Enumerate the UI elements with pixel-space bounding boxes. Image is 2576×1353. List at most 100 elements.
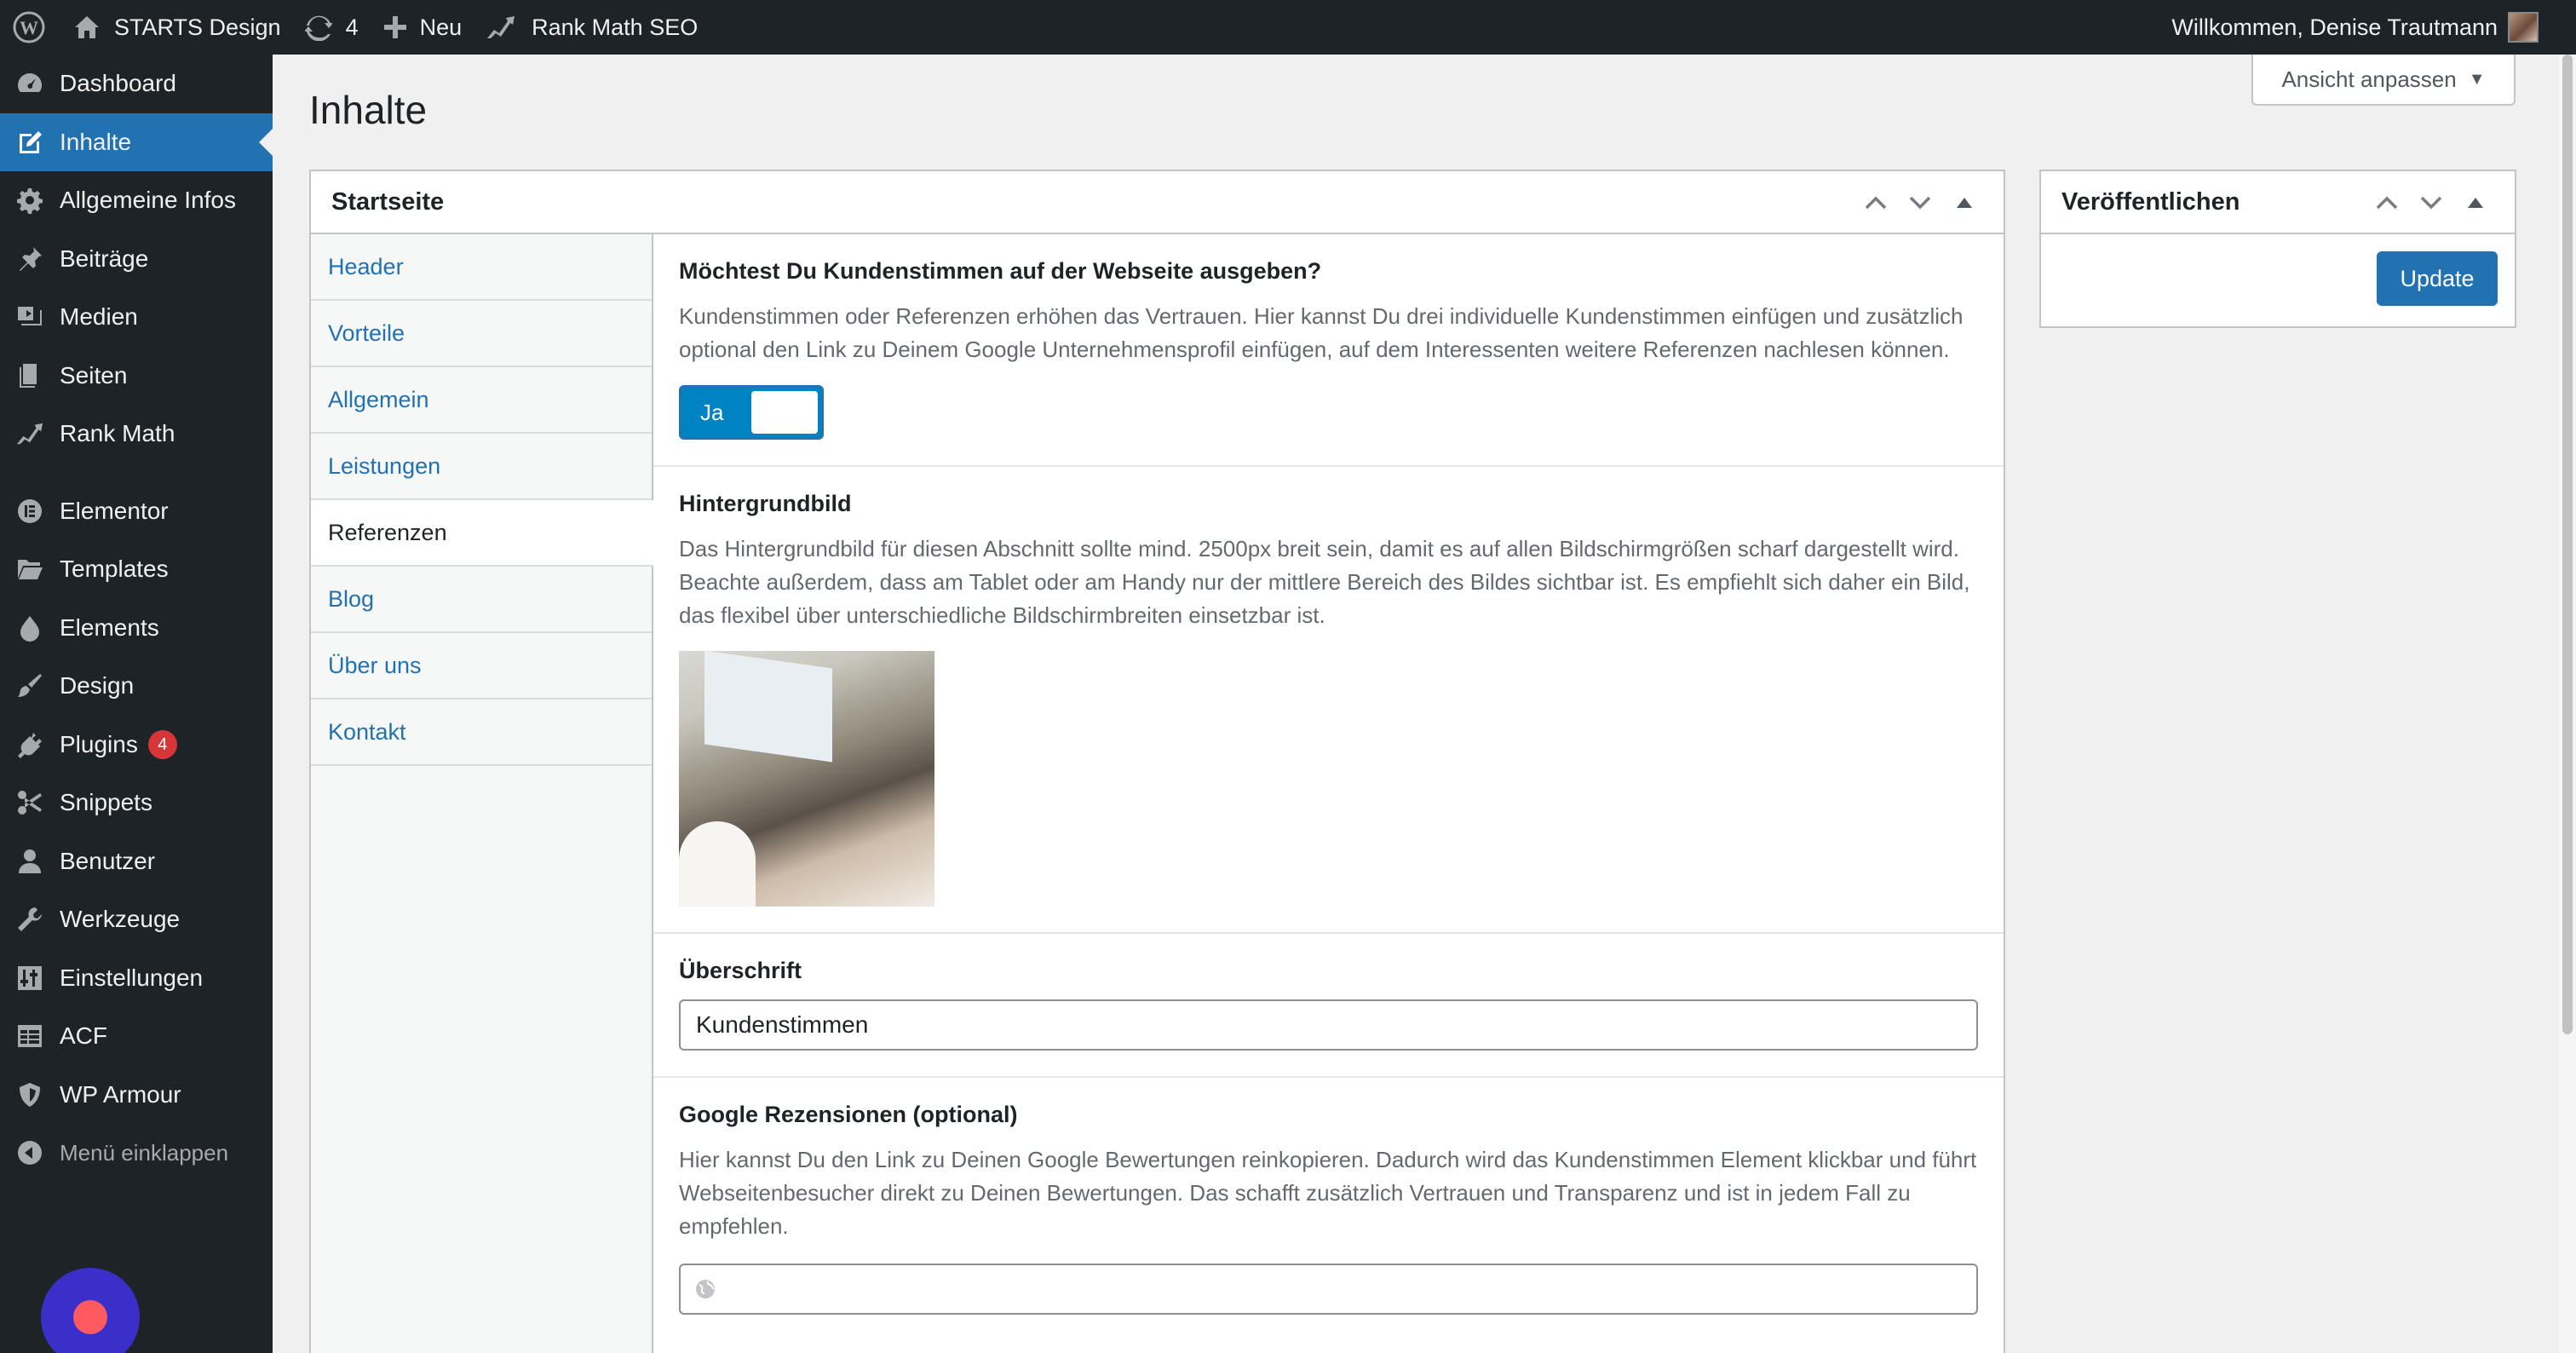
sidebar-item-design[interactable]: Design — [0, 657, 273, 716]
sidebar-item-einstellungen[interactable]: Einstellungen — [0, 949, 273, 1008]
metabox-header[interactable]: Veröffentlichen — [2041, 171, 2515, 234]
chat-dot-icon — [73, 1300, 107, 1334]
update-button[interactable]: Update — [2377, 251, 2498, 306]
scissors-icon — [0, 789, 60, 816]
sidebar-label: Benutzer — [60, 847, 156, 874]
sidebar-label: Seiten — [60, 361, 128, 389]
brush-icon — [0, 672, 60, 700]
site-name-link[interactable]: STARTS Design — [58, 0, 293, 55]
move-up-button[interactable] — [2365, 194, 2409, 211]
tab-ueber-uns[interactable]: Über uns — [311, 633, 652, 700]
sidebar-label: Templates — [60, 556, 169, 583]
sidebar-item-beitraege[interactable]: Beiträge — [0, 230, 273, 289]
sidebar-item-allgemeine-infos[interactable]: Allgemeine Infos — [0, 171, 273, 230]
sidebar-item-acf[interactable]: ACF — [0, 1007, 273, 1066]
sidebar-item-templates[interactable]: Templates — [0, 540, 273, 599]
tab-header[interactable]: Header — [311, 234, 652, 301]
gear-icon — [0, 187, 60, 215]
tab-blog[interactable]: Blog — [311, 567, 652, 633]
pages-icon — [0, 362, 60, 389]
collapse-label: Menü einklappen — [60, 1139, 229, 1166]
new-content-link[interactable]: Neu — [371, 0, 474, 55]
toggle-knob — [751, 391, 818, 434]
sidebar-label: Rank Math — [60, 420, 175, 447]
field-label: Google Rezensionen (optional) — [679, 1102, 1018, 1127]
startseite-metabox: Startseite Header Vorteile Allgemein Lei… — [309, 170, 2005, 1353]
scrollbar-thumb[interactable] — [2562, 55, 2573, 1034]
tab-referenzen[interactable]: Referenzen — [311, 500, 653, 567]
background-image-preview[interactable] — [679, 651, 934, 907]
field-hintergrundbild: Hintergrundbild Das Hintergrundbild für … — [653, 467, 2004, 934]
page-scrollbar[interactable] — [2559, 55, 2576, 1353]
tab-kontakt[interactable]: Kontakt — [311, 700, 652, 766]
sidebar-item-wp-armour[interactable]: WP Armour — [0, 1066, 273, 1125]
sidebar-item-medien[interactable]: Medien — [0, 288, 273, 347]
image-detail — [679, 821, 756, 907]
field-kundenstimmen: Möchtest Du Kundenstimmen auf der Websei… — [653, 234, 2004, 467]
move-up-button[interactable] — [1854, 194, 1898, 211]
welcome-text: Willkommen, Denise Trautmann — [2171, 14, 2498, 40]
admin-sidebar: Dashboard Inhalte Allgemeine Infos Beitr… — [0, 55, 273, 1353]
sidebar-item-inhalte[interactable]: Inhalte — [0, 112, 273, 171]
image-detail — [704, 651, 832, 763]
metabox-header[interactable]: Startseite — [311, 171, 2004, 234]
ueberschrift-input[interactable]: Kundenstimmen — [679, 999, 1978, 1051]
rank-math-icon — [0, 421, 60, 446]
chevron-up-icon — [2376, 196, 2398, 210]
wordpress-logo-button[interactable]: W — [0, 0, 58, 55]
wordpress-icon: W — [13, 11, 45, 43]
svg-text:W: W — [20, 17, 38, 38]
sidebar-item-seiten[interactable]: Seiten — [0, 347, 273, 406]
wrench-icon — [0, 906, 60, 933]
field-label: Möchtest Du Kundenstimmen auf der Websei… — [679, 258, 1322, 284]
collapse-menu-button[interactable]: Menü einklappen — [0, 1124, 273, 1183]
sidebar-label: WP Armour — [60, 1080, 181, 1108]
chevron-up-icon — [1865, 196, 1887, 210]
sidebar-item-elements[interactable]: Elements — [0, 599, 273, 658]
screen-options-button[interactable]: Ansicht anpassen ▼ — [2251, 55, 2516, 106]
sidebar-item-benutzer[interactable]: Benutzer — [0, 832, 273, 891]
tab-vorteile[interactable]: Vorteile — [311, 301, 652, 367]
toggle-panel-button[interactable] — [2453, 197, 2498, 209]
sidebar-item-dashboard[interactable]: Dashboard — [0, 55, 273, 113]
google-url-input[interactable] — [679, 1264, 1978, 1315]
move-down-button[interactable] — [2409, 194, 2453, 211]
collapse-icon — [0, 1139, 60, 1166]
updates-link[interactable]: 4 — [293, 0, 371, 55]
my-account[interactable]: Willkommen, Denise Trautmann — [2171, 0, 2539, 55]
sidebar-label: ACF — [60, 1022, 107, 1050]
toggle-label: Ja — [700, 399, 724, 425]
sidebar-item-plugins[interactable]: Plugins 4 — [0, 716, 273, 774]
acf-tab-list: Header Vorteile Allgemein Leistungen Ref… — [311, 234, 653, 1353]
rank-math-seo-link[interactable]: Rank Math SEO — [474, 0, 710, 55]
sidebar-label: Design — [60, 672, 135, 700]
move-down-button[interactable] — [1898, 194, 1942, 211]
rank-math-icon — [487, 16, 515, 38]
sidebar-item-snippets[interactable]: Snippets — [0, 774, 273, 832]
publish-actions: Update — [2041, 234, 2515, 306]
field-label: Hintergrundbild — [679, 491, 852, 516]
refresh-icon — [304, 15, 332, 41]
sidebar-item-elementor[interactable]: Elementor — [0, 482, 273, 541]
folder-icon — [0, 556, 60, 582]
dashboard-icon — [0, 70, 60, 97]
chat-widget-button[interactable] — [41, 1268, 140, 1353]
plug-icon — [0, 731, 60, 758]
kundenstimmen-toggle[interactable]: Ja — [679, 385, 824, 440]
elementor-icon — [0, 498, 60, 525]
metabox-title: Veröffentlichen — [2061, 187, 2240, 216]
sidebar-label: Beiträge — [60, 245, 149, 272]
toggle-panel-button[interactable] — [1942, 197, 1987, 209]
sidebar-item-rank-math[interactable]: Rank Math — [0, 405, 273, 463]
field-description: Das Hintergrundbild für diesen Abschnitt… — [679, 536, 1970, 628]
home-icon — [75, 16, 99, 38]
tab-allgemein[interactable]: Allgemein — [311, 367, 652, 434]
rank-math-label: Rank Math SEO — [532, 14, 699, 40]
field-ueberschrift: Überschrift Kundenstimmen — [653, 934, 2004, 1078]
plugins-update-badge: 4 — [147, 729, 177, 759]
site-name: STARTS Design — [114, 14, 281, 40]
sidebar-item-werkzeuge[interactable]: Werkzeuge — [0, 890, 273, 949]
tab-leistungen[interactable]: Leistungen — [311, 434, 652, 500]
screen-options-label: Ansicht anpassen — [2281, 66, 2457, 92]
acf-fields: Möchtest Du Kundenstimmen auf der Websei… — [653, 234, 2004, 1340]
